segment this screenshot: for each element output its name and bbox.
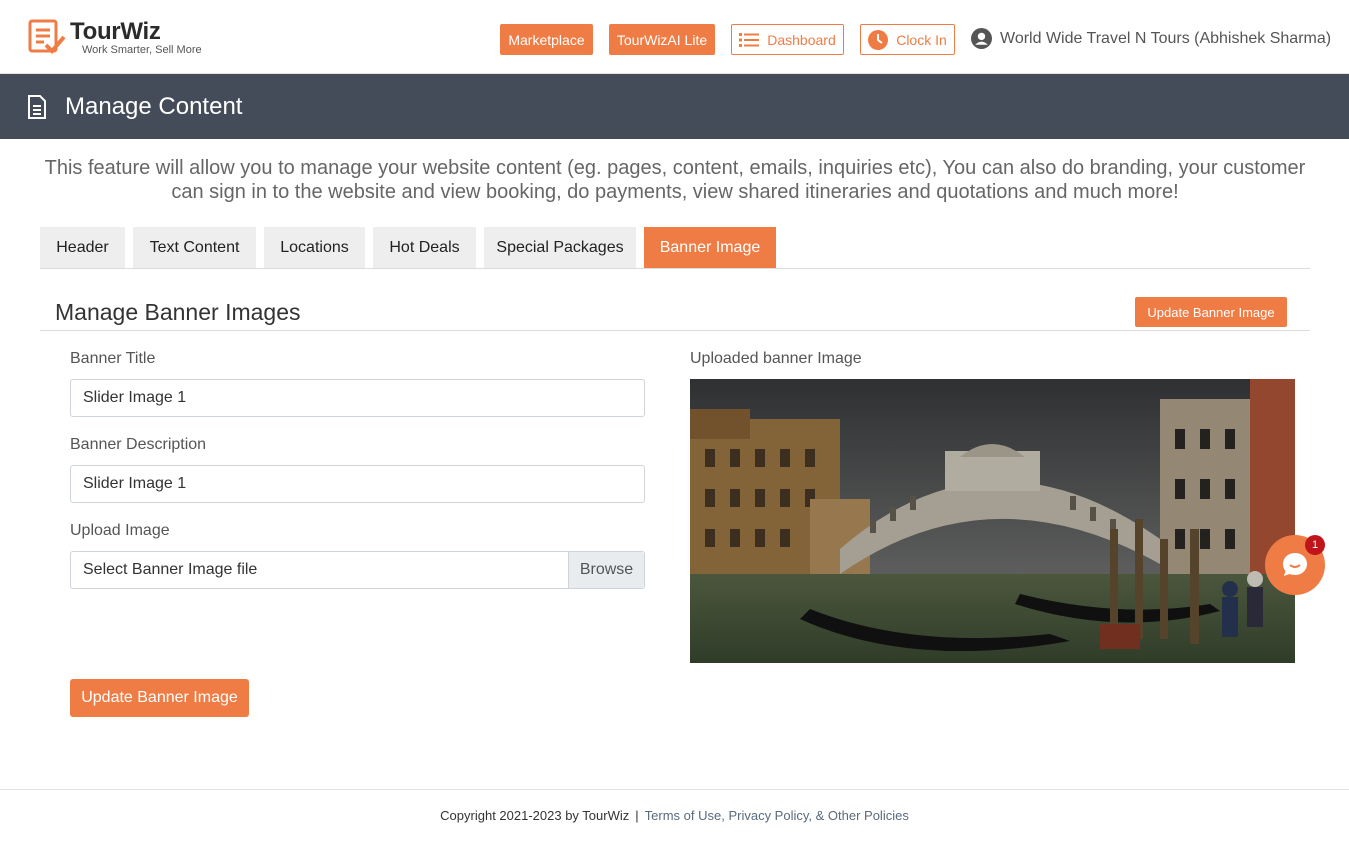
tab-locations[interactable]: Locations xyxy=(264,227,365,268)
user-menu[interactable]: World Wide Travel N Tours (Abhishek Shar… xyxy=(971,28,1331,49)
section-title: Manage Banner Images xyxy=(55,299,301,325)
tab-header[interactable]: Header xyxy=(40,227,125,268)
user-name: World Wide Travel N Tours (Abhishek Shar… xyxy=(1000,29,1332,47)
top-navbar: TourWiz Work Smarter, Sell More Marketpl… xyxy=(0,0,1349,74)
banner-photo xyxy=(690,379,1295,663)
clock-in-label: Clock In xyxy=(896,31,947,48)
browse-button[interactable]: Browse xyxy=(568,552,644,588)
chat-bubble-icon xyxy=(1283,553,1307,576)
footer-policies-link[interactable]: Terms of Use, Privacy Policy, & Other Po… xyxy=(645,808,909,823)
logo-name: TourWiz xyxy=(70,18,161,45)
logo-icon xyxy=(28,19,66,54)
update-banner-image-button[interactable]: Update Banner Image xyxy=(70,679,249,717)
tab-text-content[interactable]: Text Content xyxy=(133,227,256,268)
page-intro: This feature will allow you to manage yo… xyxy=(44,157,1306,203)
logo-tagline: Work Smarter, Sell More xyxy=(82,44,202,56)
banner-title-input[interactable] xyxy=(70,379,645,417)
page-header: Manage Content xyxy=(0,74,1349,139)
uploaded-banner-label: Uploaded banner Image xyxy=(690,350,862,367)
footer-separator: | xyxy=(635,808,639,823)
tourwizai-lite-button[interactable]: TourWizAI Lite xyxy=(609,24,715,55)
banner-title-label: Banner Title xyxy=(70,350,156,367)
banner-description-label: Banner Description xyxy=(70,436,207,453)
clock-icon xyxy=(868,29,889,50)
user-avatar-icon xyxy=(971,28,992,49)
upload-image-label: Upload Image xyxy=(70,522,170,539)
update-banner-image-top-button[interactable]: Update Banner Image xyxy=(1135,297,1287,327)
dashboard-label: Dashboard xyxy=(767,31,836,48)
marketplace-button[interactable]: Marketplace xyxy=(500,24,593,55)
tab-hot-deals[interactable]: Hot Deals xyxy=(373,227,476,268)
tourwiz-logo[interactable]: TourWiz Work Smarter, Sell More xyxy=(28,18,208,58)
clock-in-button[interactable]: Clock In xyxy=(860,24,955,55)
uploaded-banner-image xyxy=(690,379,1295,663)
page-title: Manage Content xyxy=(65,92,243,120)
file-input-placeholder: Select Banner Image file xyxy=(83,561,258,578)
dashboard-button[interactable]: Dashboard xyxy=(731,24,844,55)
chat-notification-badge: 1 xyxy=(1305,535,1325,555)
tab-banner-image[interactable]: Banner Image xyxy=(644,227,776,268)
section-divider xyxy=(40,330,1310,331)
content-tabs: Header Text Content Locations Hot Deals … xyxy=(40,227,1310,269)
banner-file-input[interactable]: Select Banner Image file Browse xyxy=(70,551,645,589)
footer-copyright: Copyright 2021-2023 by TourWiz xyxy=(440,808,630,823)
list-icon xyxy=(739,32,760,47)
document-icon xyxy=(28,94,46,119)
tab-special-packages[interactable]: Special Packages xyxy=(484,227,636,268)
footer: Copyright 2021-2023 by TourWiz | Terms o… xyxy=(0,789,1349,841)
banner-description-input[interactable] xyxy=(70,465,645,503)
